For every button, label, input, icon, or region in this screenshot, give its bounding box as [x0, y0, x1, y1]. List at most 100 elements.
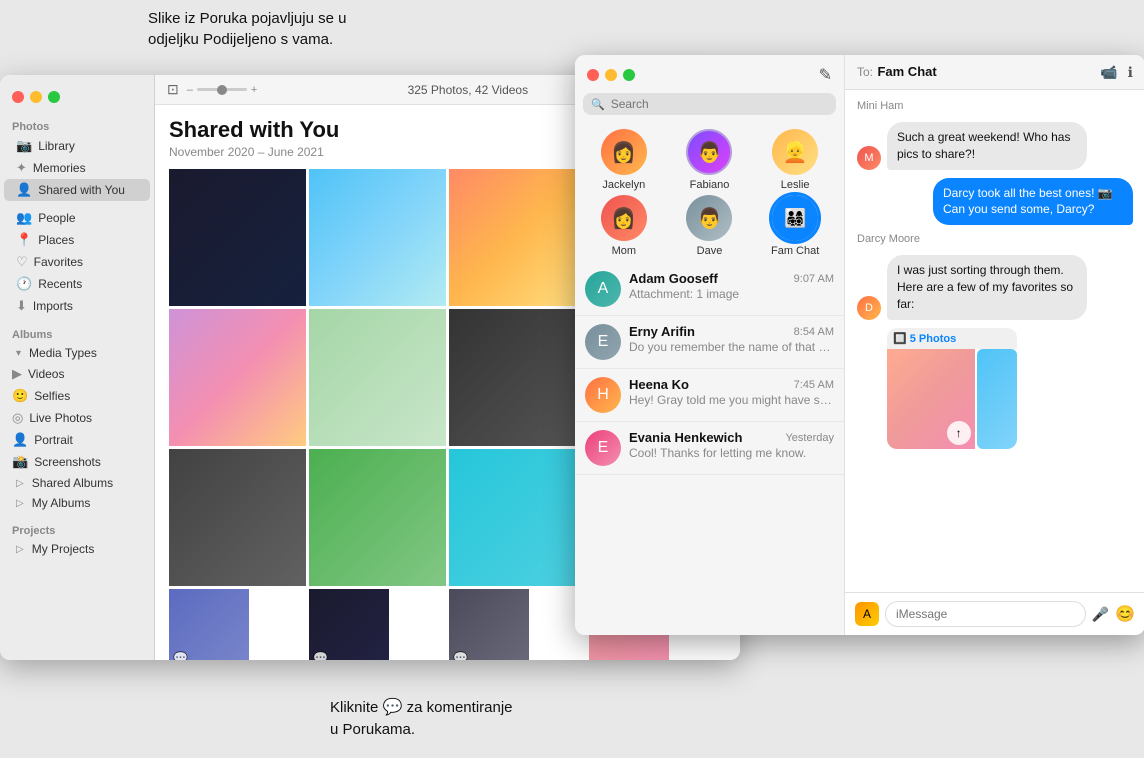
photo-cell[interactable]: 💬: [169, 589, 249, 660]
search-bar[interactable]: 🔍: [583, 93, 836, 115]
sidebar-label-library: Library: [38, 139, 75, 153]
share-overlay: ↑: [947, 421, 971, 445]
sidebar-item-selfies[interactable]: 🙂 Selfies: [4, 385, 150, 407]
maximize-button[interactable]: [48, 91, 60, 103]
comment-icon[interactable]: 💬: [313, 651, 328, 660]
dictation-icon[interactable]: 🎤: [1092, 606, 1109, 623]
sidebar-item-videos[interactable]: ▶ Videos: [4, 363, 150, 385]
msg-row-darcy-photos: 🔲 5 Photos ↑: [857, 328, 1133, 449]
photo-cell[interactable]: 💬: [449, 589, 529, 660]
photo-cell[interactable]: [309, 309, 446, 446]
conv-preview-heena: Hey! Gray told me you might have some go…: [629, 393, 834, 407]
slideshow-icon[interactable]: ⊡: [167, 81, 179, 98]
comment-icon[interactable]: 💬: [173, 651, 188, 660]
pinned-label-jackelyn: Jackelyn: [602, 179, 645, 191]
sidebar-item-my-albums[interactable]: ▷ My Albums: [4, 493, 150, 513]
conv-item-evania[interactable]: E Evania Henkewich Yesterday Cool! Thank…: [575, 422, 844, 475]
photo-cell[interactable]: [169, 449, 306, 586]
sidebar-item-people[interactable]: 👥 People: [4, 207, 150, 229]
traffic-lights: [0, 83, 154, 115]
pinned-mom[interactable]: 👩 Mom: [583, 195, 665, 257]
photo-cell[interactable]: 💬: [309, 589, 389, 660]
photo-cell[interactable]: [449, 309, 586, 446]
portrait-icon: 👤: [12, 432, 28, 448]
shared-albums-arrow: ▷: [16, 478, 24, 489]
sidebar-item-shared-with-you[interactable]: 👤 Shared with You: [4, 179, 150, 201]
conv-item-heena[interactable]: H Heena Ko 7:45 AM Hey! Gray told me you…: [575, 369, 844, 422]
sidebar-item-my-projects[interactable]: ▷ My Projects: [4, 539, 150, 559]
comment-icon[interactable]: 💬: [453, 651, 468, 660]
sidebar-item-live-photos[interactable]: ◎ Live Photos: [4, 407, 150, 429]
message-input[interactable]: [885, 601, 1086, 627]
sidebar-label-recents: Recents: [38, 277, 82, 291]
sidebar-label-imports: Imports: [33, 299, 73, 313]
app-store-icon[interactable]: A: [855, 602, 879, 626]
search-input[interactable]: [611, 97, 828, 111]
conv-header-evania: Evania Henkewich Yesterday: [629, 430, 834, 445]
photo-cell[interactable]: [169, 169, 306, 306]
photo-thumb-2[interactable]: [977, 349, 1017, 449]
photos-section-label: Photos: [0, 115, 154, 135]
photo-cell[interactable]: [449, 449, 586, 586]
sidebar-item-media-types[interactable]: ▾ Media Types: [4, 343, 150, 363]
video-call-icon[interactable]: 📹: [1100, 64, 1117, 81]
photos-attachment[interactable]: 🔲 5 Photos ↑: [887, 328, 1017, 449]
share-button[interactable]: ↑: [947, 421, 971, 445]
sidebar-item-shared-albums[interactable]: ▷ Shared Albums: [4, 473, 150, 493]
conv-time-erny: 8:54 AM: [794, 326, 834, 338]
zoom-minus[interactable]: –: [187, 84, 193, 96]
photo-cell[interactable]: [309, 169, 446, 306]
pinned-leslie[interactable]: 👱 Leslie: [754, 129, 836, 191]
conv-header-adam: Adam Gooseff 9:07 AM: [629, 271, 834, 286]
avatar-erny: E: [585, 324, 621, 360]
photos-sidebar: Photos 📷 Library ✦ Memories 👤 Shared wit…: [0, 75, 155, 660]
pinned-famchat[interactable]: 👨‍👩‍👧‍👦 Fam Chat: [754, 195, 836, 257]
msg-bubble-sent-1: Darcy took all the best ones! 📷 Can you …: [933, 178, 1133, 226]
msg-row-received-1: M Such a great weekend! Who has pics to …: [857, 122, 1133, 170]
sidebar-item-screenshots[interactable]: 📸 Screenshots: [4, 451, 150, 473]
conv-name-evania: Evania Henkewich: [629, 430, 742, 445]
library-icon: 📷: [16, 138, 32, 154]
chat-header-icons: 📹 ℹ: [1100, 64, 1133, 81]
sidebar-item-recents[interactable]: 🕐 Recents: [4, 273, 150, 295]
conv-header-heena: Heena Ko 7:45 AM: [629, 377, 834, 392]
sidebar-item-portrait[interactable]: 👤 Portrait: [4, 429, 150, 451]
avatar-mom: 👩: [601, 195, 647, 241]
msg-close-button[interactable]: [587, 69, 599, 81]
photo-thumb-1[interactable]: ↑: [887, 349, 975, 449]
pinned-jackelyn[interactable]: 👩 Jackelyn: [583, 129, 665, 191]
zoom-slider[interactable]: – +: [187, 84, 258, 96]
photo-cell[interactable]: [169, 309, 306, 446]
conv-item-adam[interactable]: A Adam Gooseff 9:07 AM Attachment: 1 ima…: [575, 263, 844, 316]
msg-tl-group: [587, 69, 635, 81]
photo-cell[interactable]: [309, 449, 446, 586]
annotation-bottom: Kliknite 💬 za komentiranjeu Porukama.: [330, 697, 513, 740]
sidebar-item-places[interactable]: 📍 Places: [4, 229, 150, 251]
chat-header: To: Fam Chat 📹 ℹ: [845, 55, 1144, 90]
pinned-dave[interactable]: 👨 Dave: [669, 195, 751, 257]
sidebar-label-memories: Memories: [33, 161, 86, 175]
msg-maximize-button[interactable]: [623, 69, 635, 81]
pinned-fabiano[interactable]: 👨 Fabiano: [669, 129, 751, 191]
minimize-button[interactable]: [30, 91, 42, 103]
emoji-icon[interactable]: 😊: [1115, 604, 1135, 624]
msg-row-sent-1: Darcy took all the best ones! 📷 Can you …: [857, 178, 1133, 226]
msg-minimize-button[interactable]: [605, 69, 617, 81]
sidebar-item-memories[interactable]: ✦ Memories: [4, 157, 150, 179]
sidebar-item-favorites[interactable]: ♡ Favorites: [4, 251, 150, 273]
compose-icon[interactable]: ✎: [819, 65, 832, 85]
photos-label: 🔲 5 Photos: [887, 328, 1017, 349]
sidebar-item-library[interactable]: 📷 Library: [4, 135, 150, 157]
avatar-fabiano: 👨: [686, 129, 732, 175]
chat-to-label: To:: [857, 65, 873, 79]
conv-item-erny[interactable]: E Erny Arifin 8:54 AM Do you remember th…: [575, 316, 844, 369]
screenshots-icon: 📸: [12, 454, 28, 470]
zoom-plus[interactable]: +: [251, 84, 257, 96]
avatar-dave: 👨: [686, 195, 732, 241]
photo-cell[interactable]: [449, 169, 586, 306]
conv-preview-evania: Cool! Thanks for letting me know.: [629, 446, 834, 460]
info-icon[interactable]: ℹ: [1128, 64, 1133, 81]
avatar-evania: E: [585, 430, 621, 466]
sidebar-item-imports[interactable]: ⬇ Imports: [4, 295, 150, 317]
close-button[interactable]: [12, 91, 24, 103]
